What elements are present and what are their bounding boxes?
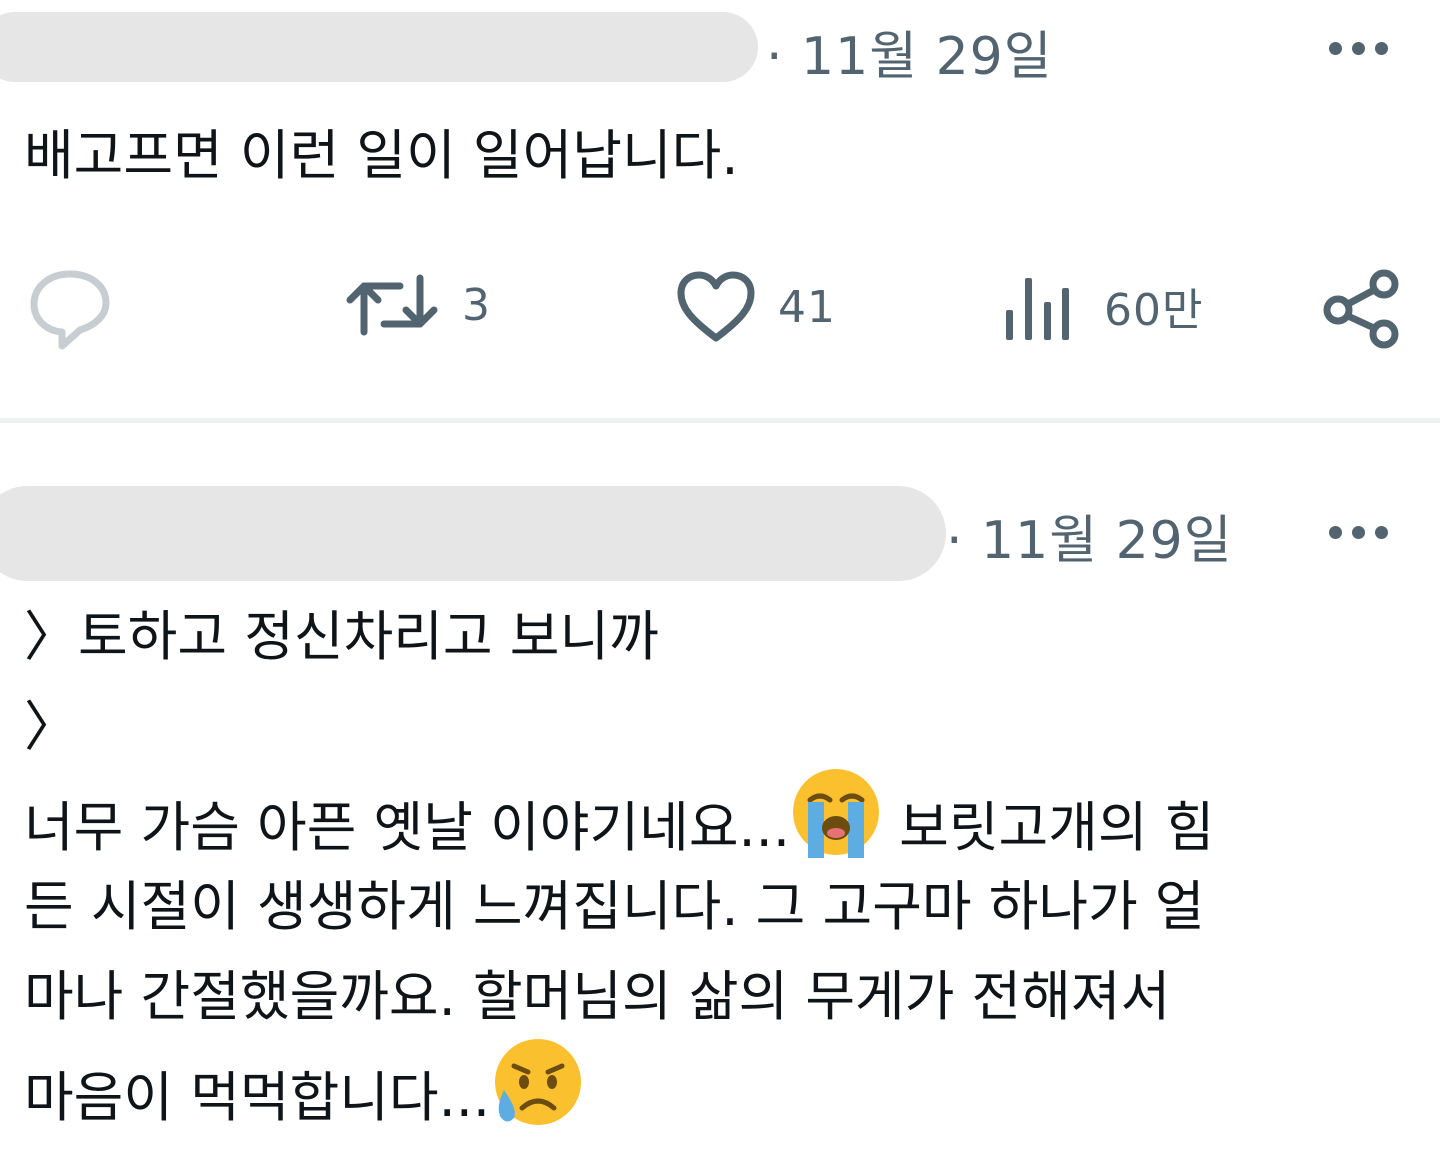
heart-icon	[677, 271, 755, 342]
post-text: 배고프면 이런 일이 일어납니다.	[24, 124, 739, 187]
reply-button[interactable]	[28, 268, 112, 350]
retweet-button[interactable]: 3	[344, 270, 491, 340]
like-count: 41	[778, 281, 836, 333]
text-line: 마음이 먹먹합니다...	[24, 1039, 1214, 1132]
redacted-author-name	[0, 486, 946, 581]
reply-icon	[30, 270, 110, 350]
text-line: 든 시절이 생생하게 느껴집니다. 그 고구마 하나가 얼	[24, 875, 1205, 938]
post-date[interactable]: · 11월 29일	[946, 498, 1233, 573]
post-1: · 11월 29일 배고프면 이런 일이 일어납니다. 3 41 60만	[0, 0, 1440, 418]
more-dot-icon	[1352, 526, 1365, 539]
more-dot-icon	[1375, 42, 1388, 55]
redacted-author-name	[0, 12, 758, 82]
retweet-icon	[346, 274, 438, 336]
loudly-crying-face-icon	[790, 766, 882, 885]
action-bar: 3 41 60만	[0, 264, 1440, 354]
text-segment: 마음이 먹먹합니다...	[24, 1066, 491, 1130]
like-button[interactable]: 41	[676, 270, 836, 344]
retweet-count: 3	[462, 279, 491, 331]
quote-line: 〉토하고 정신차리고 보니까	[24, 605, 659, 668]
post-2: · 11월 29일 〉토하고 정신차리고 보니까 〉 너무 가슴 아픈 옛날 이…	[0, 424, 1440, 1164]
text-segment: 보릿고개의 힘	[882, 796, 1215, 860]
more-dot-icon	[1375, 526, 1388, 539]
post-date[interactable]: · 11월 29일	[766, 14, 1053, 89]
post-divider	[0, 418, 1440, 423]
share-button[interactable]	[1322, 268, 1402, 350]
text-line: 마나 간절했을까요. 할머님의 삶의 무게가 전해져서	[24, 965, 1171, 1028]
more-dot-icon	[1329, 42, 1342, 55]
sad-but-relieved-face-icon	[490, 1036, 582, 1155]
views-count: 60만	[1104, 285, 1204, 336]
views-button[interactable]: 60만	[1004, 270, 1203, 342]
text-segment: 너무 가슴 아픈 옛날 이야기네요...	[24, 796, 790, 860]
more-options-button[interactable]	[1329, 42, 1388, 55]
quote-line: 〉	[24, 695, 78, 758]
more-options-button[interactable]	[1329, 526, 1388, 539]
views-bar-chart-icon	[1006, 278, 1069, 340]
post-text: 〉토하고 정신차리고 보니까 〉 너무 가슴 아픈 옛날 이야기네요... 보릿…	[24, 592, 1214, 1132]
more-dot-icon	[1329, 526, 1342, 539]
share-icon	[1323, 269, 1399, 349]
more-dot-icon	[1352, 42, 1365, 55]
text-line: 너무 가슴 아픈 옛날 이야기네요... 보릿고개의 힘	[24, 769, 1215, 862]
